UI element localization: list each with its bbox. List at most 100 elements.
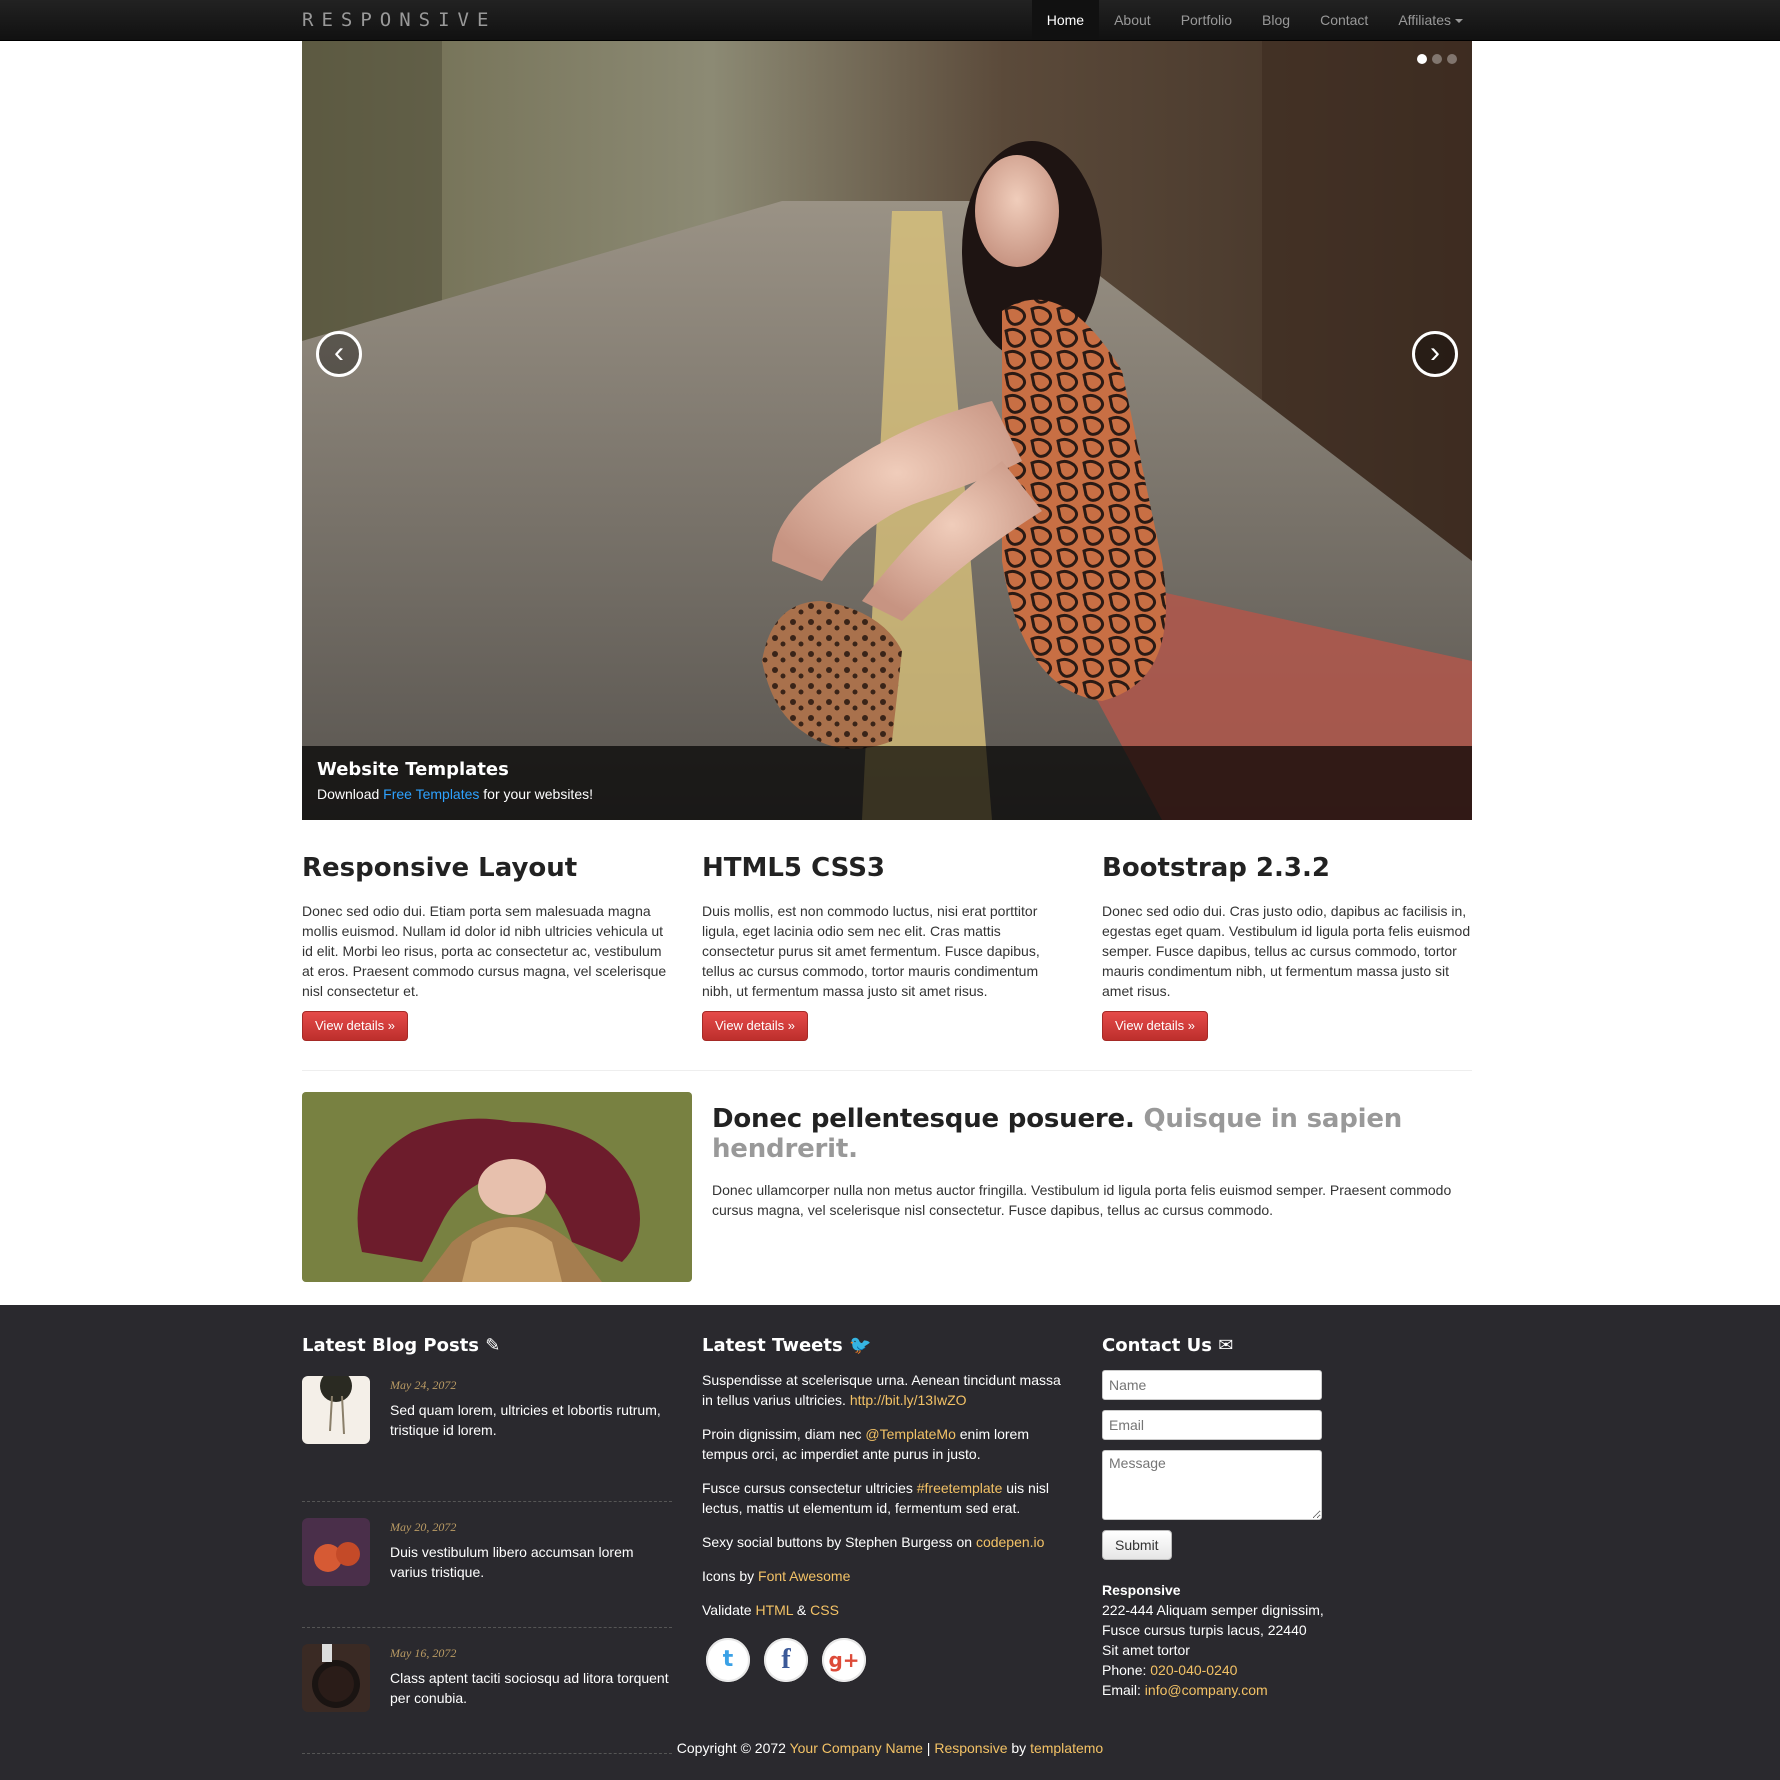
- address-block: Responsive 222-444 Aliquam semper dignis…: [1102, 1580, 1332, 1700]
- feature-title: HTML5 CSS3: [702, 853, 886, 883]
- featurette-heading-main: Donec pellentesque posuere.: [712, 1104, 1135, 1134]
- view-details-button[interactable]: View details »: [302, 1011, 408, 1041]
- google-plus-icon[interactable]: g+: [822, 1638, 866, 1682]
- templatemo-mention-link[interactable]: @TemplateMo: [865, 1426, 955, 1442]
- feature-html5: HTML5 CSS3 Duis mollis, est non commodo …: [702, 853, 1072, 1041]
- footer-blog: Latest Blog Posts ✎ May 24, 2072 Sed qua…: [302, 1335, 672, 1754]
- company-link[interactable]: Your Company Name: [790, 1740, 923, 1756]
- tweet-link[interactable]: http://bit.ly/13IwZO: [850, 1392, 967, 1408]
- tweets-heading: Latest Tweets 🐦: [702, 1335, 1072, 1356]
- caption-text: Download Free Templates for your website…: [317, 786, 1457, 802]
- footer: Latest Blog Posts ✎ May 24, 2072 Sed qua…: [0, 1305, 1780, 1780]
- brand-logo[interactable]: RESPONSIVE: [302, 9, 496, 31]
- pencil-icon: ✎: [485, 1335, 501, 1356]
- blog-heading: Latest Blog Posts ✎: [302, 1335, 672, 1356]
- blog-post-thumbnail[interactable]: [302, 1518, 370, 1586]
- validate-separator: &: [793, 1602, 811, 1618]
- blog-post[interactable]: May 24, 2072 Sed quam lorem, ultricies e…: [302, 1376, 672, 1502]
- featurette-image: [302, 1092, 692, 1282]
- view-details-button[interactable]: View details »: [702, 1011, 808, 1041]
- feature-title: Responsive Layout: [302, 853, 578, 883]
- main-nav: Home About Portfolio Blog Contact Affili…: [1031, 0, 1478, 40]
- validate-text: Validate: [702, 1602, 756, 1618]
- copyright-by: by: [1007, 1740, 1031, 1756]
- blog-post-thumbnail[interactable]: [302, 1644, 370, 1712]
- featurette-text-block: Donec pellentesque posuere. Quisque in s…: [712, 1104, 1472, 1220]
- blog-post-text[interactable]: Duis vestibulum libero accumsan lorem va…: [390, 1542, 672, 1582]
- codepen-link[interactable]: codepen.io: [976, 1534, 1045, 1550]
- credit-line: Icons by Font Awesome: [702, 1566, 1072, 1586]
- phone-link[interactable]: 020-040-0240: [1150, 1662, 1237, 1678]
- validate-html-link[interactable]: HTML: [755, 1602, 793, 1618]
- caption-prefix: Download: [317, 786, 384, 802]
- free-templates-link[interactable]: Free Templates: [383, 786, 479, 802]
- blog-post-date: May 24, 2072: [390, 1378, 457, 1392]
- nav-portfolio[interactable]: Portfolio: [1166, 0, 1247, 40]
- address-line: Fusce cursus turpis lacus, 22440: [1102, 1622, 1307, 1638]
- tweet: Proin dignissim, diam nec @TemplateMo en…: [702, 1424, 1072, 1464]
- name-input[interactable]: [1102, 1370, 1322, 1400]
- validate-line: Validate HTML & CSS: [702, 1600, 1072, 1620]
- nav-affiliates-label: Affiliates: [1398, 12, 1451, 28]
- featurette-paragraph: Donec ullamcorper nulla non metus auctor…: [712, 1182, 1452, 1218]
- featurette-heading: Donec pellentesque posuere. Quisque in s…: [712, 1104, 1472, 1164]
- blog-post-date: May 16, 2072: [390, 1646, 457, 1660]
- carousel-next-button[interactable]: ›: [1412, 331, 1458, 377]
- copyright-text: Copyright © 2072: [676, 1740, 790, 1756]
- blog-post-text[interactable]: Class aptent taciti sociosqu ad litora t…: [390, 1668, 672, 1708]
- indicator-2[interactable]: [1432, 54, 1442, 64]
- blog-heading-label: Latest Blog Posts: [302, 1335, 480, 1356]
- divider: [302, 1070, 1472, 1071]
- footer-contact: Contact Us ✉ Submit Responsive 222-444 A…: [1102, 1335, 1332, 1700]
- feature-responsive: Responsive Layout Donec sed odio dui. Et…: [302, 853, 672, 1041]
- caption-title: Website Templates: [317, 759, 509, 780]
- tweet-text: Fusce cursus consectetur ultricies: [702, 1480, 917, 1496]
- contact-heading: Contact Us ✉: [1102, 1335, 1332, 1356]
- company-name: Responsive: [1102, 1582, 1181, 1598]
- blog-post-text[interactable]: Sed quam lorem, ultricies et lobortis ru…: [390, 1400, 672, 1440]
- feature-text: Duis mollis, est non commodo luctus, nis…: [702, 903, 1040, 999]
- nav-about[interactable]: About: [1099, 0, 1166, 40]
- feature-text: Donec sed odio dui. Etiam porta sem male…: [302, 903, 667, 999]
- facebook-icon[interactable]: f: [764, 1638, 808, 1682]
- twitter-icon: 🐦: [848, 1335, 872, 1356]
- copyright-separator: |: [922, 1740, 935, 1756]
- carousel-indicators: [1417, 54, 1457, 64]
- tweet: Fusce cursus consectetur ultricies #free…: [702, 1478, 1072, 1518]
- validate-css-link[interactable]: CSS: [810, 1602, 839, 1618]
- hashtag-link[interactable]: #freetemplate: [917, 1480, 1003, 1496]
- email-label: Email:: [1102, 1682, 1141, 1698]
- nav-affiliates-dropdown[interactable]: Affiliates: [1383, 0, 1478, 40]
- hero-slide-image: [302, 41, 1472, 820]
- caret-down-icon: [1455, 19, 1463, 24]
- message-textarea[interactable]: [1102, 1450, 1322, 1520]
- twitter-icon[interactable]: t: [706, 1638, 750, 1682]
- font-awesome-link[interactable]: Font Awesome: [758, 1568, 850, 1584]
- responsive-link[interactable]: Responsive: [934, 1740, 1007, 1756]
- blog-post[interactable]: May 20, 2072 Duis vestibulum libero accu…: [302, 1502, 672, 1628]
- email-link[interactable]: info@company.com: [1145, 1682, 1268, 1698]
- nav-home[interactable]: Home: [1031, 0, 1100, 40]
- footer-tweets: Latest Tweets 🐦 Suspendisse at scelerisq…: [702, 1335, 1072, 1682]
- indicator-1[interactable]: [1417, 54, 1427, 64]
- submit-button[interactable]: Submit: [1102, 1530, 1172, 1560]
- indicator-3[interactable]: [1447, 54, 1457, 64]
- blog-post-thumbnail[interactable]: [302, 1376, 370, 1444]
- phone-label: Phone:: [1102, 1662, 1147, 1678]
- email-input[interactable]: [1102, 1410, 1322, 1440]
- credit-text: Sexy social buttons by Stephen Burgess o…: [702, 1534, 976, 1550]
- tweets-heading-label: Latest Tweets: [702, 1335, 843, 1356]
- address-line: Sit amet tortor: [1102, 1642, 1190, 1658]
- templatemo-link[interactable]: templatemo: [1030, 1740, 1103, 1756]
- blog-post[interactable]: May 16, 2072 Class aptent taciti sociosq…: [302, 1628, 672, 1754]
- hero-carousel: ‹ › Website Templates Download Free Temp…: [302, 41, 1472, 820]
- carousel-prev-button[interactable]: ‹: [316, 331, 362, 377]
- nav-blog[interactable]: Blog: [1247, 0, 1305, 40]
- feature-title: Bootstrap 2.3.2: [1102, 853, 1330, 883]
- credit-text: Icons by: [702, 1568, 759, 1584]
- view-details-button[interactable]: View details »: [1102, 1011, 1208, 1041]
- blog-post-date: May 20, 2072: [390, 1520, 457, 1534]
- copyright-line: Copyright © 2072 Your Company Name | Res…: [0, 1740, 1780, 1756]
- nav-contact[interactable]: Contact: [1305, 0, 1383, 40]
- caption-suffix: for your websites!: [479, 786, 593, 802]
